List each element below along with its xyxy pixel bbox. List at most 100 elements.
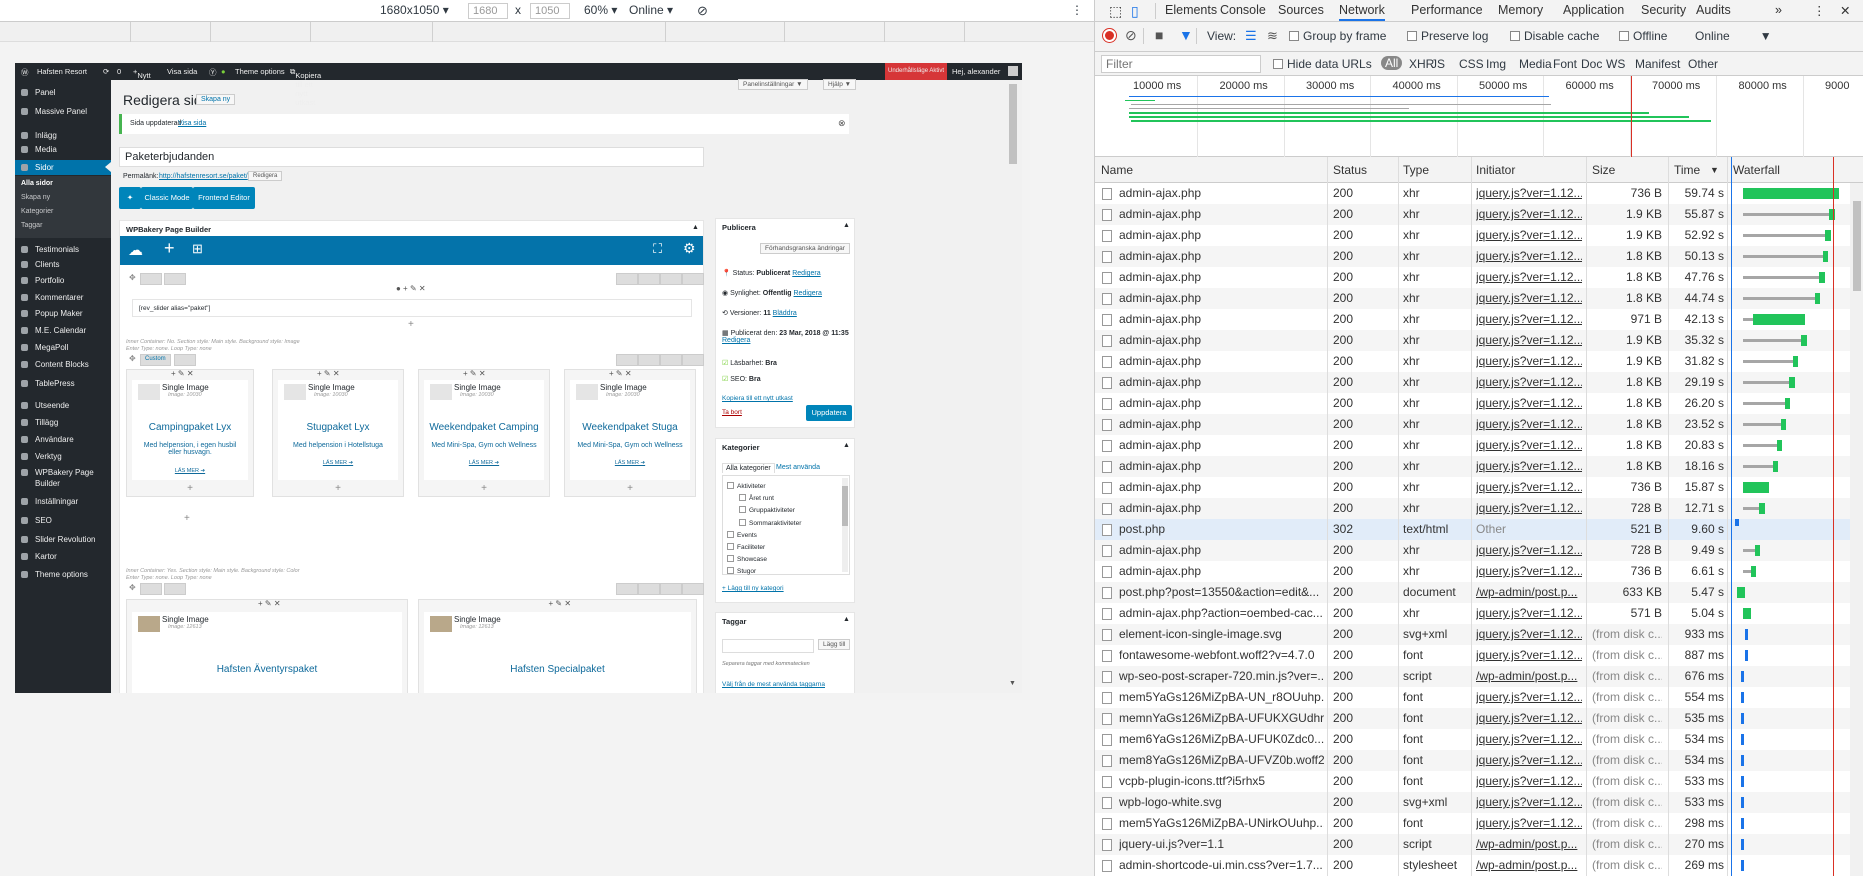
move-icon[interactable]: ✥ bbox=[129, 273, 136, 282]
new-content-link[interactable]: + Nytt bbox=[133, 67, 151, 80]
tab-audits[interactable]: Audits bbox=[1696, 3, 1731, 17]
request-row[interactable]: admin-ajax.php 200 xhr jquery.js?ver=1.12..… bbox=[1095, 498, 1850, 519]
site-name-link[interactable]: Hafsten Resort bbox=[37, 67, 87, 76]
category-checkbox[interactable] bbox=[739, 494, 746, 502]
edit-row-icon-2[interactable] bbox=[638, 354, 660, 366]
device-preset-select[interactable]: 1680x1050 ▾ bbox=[380, 3, 449, 17]
copy-to-draft-link[interactable]: Kopiera till ett nytt utkast bbox=[722, 395, 793, 402]
card-title[interactable]: Weekendpaket Camping bbox=[424, 422, 544, 433]
tab-memory[interactable]: Memory bbox=[1498, 3, 1543, 17]
category-item[interactable]: Faciliteter bbox=[727, 543, 765, 551]
filter-font[interactable]: Font bbox=[1553, 57, 1577, 71]
trash-link[interactable]: Ta bort bbox=[722, 409, 742, 416]
element-controls[interactable]: + ✎ ✕ bbox=[549, 599, 572, 608]
filter-doc[interactable]: Doc bbox=[1581, 57, 1602, 71]
add-column-icon[interactable] bbox=[164, 273, 186, 285]
column-header-type[interactable]: Type bbox=[1403, 163, 1429, 177]
cell-init[interactable]: jquery.js?ver=1.12.... bbox=[1476, 729, 1582, 750]
request-row[interactable]: admin-ajax.php 200 xhr jquery.js?ver=1.12..… bbox=[1095, 561, 1850, 582]
classic-mode-button[interactable]: Classic Mode bbox=[141, 187, 193, 209]
request-row[interactable]: vcpb-plugin-icons.ttf?i5rhx5 200 font jquer… bbox=[1095, 771, 1850, 792]
cell-init[interactable]: /wp-admin/post.p... bbox=[1476, 666, 1582, 687]
request-row[interactable]: mem8YaGs126MiZpBA-UFVZ0b.woff2 200 font jqu… bbox=[1095, 750, 1850, 771]
card-title[interactable]: Hafsten Äventyrspaket bbox=[132, 664, 402, 675]
cell-init[interactable]: jquery.js?ver=1.12.... bbox=[1476, 309, 1582, 330]
tags-collapse-icon[interactable]: ▲ bbox=[843, 616, 850, 623]
fullscreen-icon[interactable]: ⛶ bbox=[653, 241, 662, 257]
overview-icon[interactable]: ≋ bbox=[1267, 28, 1278, 44]
add-column-icon-3[interactable] bbox=[164, 583, 186, 595]
tab-all-categories[interactable]: Alla kategorier bbox=[722, 463, 775, 473]
single-image-label[interactable]: Single Image bbox=[308, 383, 355, 392]
shortcode-element[interactable]: [rev_slider alias="paket"] bbox=[132, 299, 692, 317]
filter-img[interactable]: Img bbox=[1486, 57, 1506, 71]
record-icon[interactable] bbox=[1103, 29, 1116, 42]
category-item[interactable]: Aktiviteter bbox=[727, 482, 766, 490]
column-header-time[interactable]: Time bbox=[1674, 163, 1700, 177]
single-image-label[interactable]: Single Image bbox=[454, 615, 501, 624]
tab-performance[interactable]: Performance bbox=[1411, 3, 1483, 17]
sort-desc-icon[interactable]: ▼ bbox=[1710, 165, 1719, 175]
filter-js[interactable]: JS bbox=[1431, 57, 1445, 71]
category-item[interactable]: Året runt bbox=[739, 494, 774, 502]
row-layout-icon-3[interactable] bbox=[140, 583, 162, 595]
menu-item-15[interactable]: Utseende bbox=[15, 398, 111, 413]
collapse-icon[interactable]: ▲ bbox=[692, 224, 699, 231]
tag-input[interactable] bbox=[722, 639, 814, 653]
request-row[interactable]: admin-ajax.php 200 xhr jquery.js?ver=1.12..… bbox=[1095, 309, 1850, 330]
cell-init[interactable]: jquery.js?ver=1.12.... bbox=[1476, 246, 1582, 267]
capture-screenshots-icon[interactable]: ■ bbox=[1155, 27, 1163, 43]
templates-icon[interactable]: ⊞ bbox=[192, 241, 203, 257]
tab-network[interactable]: Network bbox=[1339, 3, 1385, 21]
help-button[interactable]: Hjälp ▼ bbox=[823, 79, 857, 90]
clone-row-icon-3[interactable] bbox=[660, 583, 682, 595]
category-item[interactable]: Stugor bbox=[727, 567, 756, 575]
cell-init[interactable]: Other bbox=[1476, 519, 1582, 540]
menu-item-14[interactable]: TablePress bbox=[15, 376, 111, 391]
add-row-icon[interactable]: + bbox=[408, 319, 414, 330]
clear-icon[interactable]: ⊘ bbox=[1125, 27, 1137, 44]
category-item[interactable]: Events bbox=[727, 530, 757, 539]
cell-init[interactable]: jquery.js?ver=1.12.... bbox=[1476, 498, 1582, 519]
rotate-icon[interactable]: ⊘ bbox=[697, 3, 708, 19]
browse-revisions-link[interactable]: Bläddra bbox=[773, 310, 797, 317]
maintenance-badge[interactable]: Underhållsläge Aktivt bbox=[885, 63, 948, 80]
category-checkbox[interactable] bbox=[727, 567, 734, 575]
category-checkbox[interactable] bbox=[727, 482, 734, 489]
publish-collapse-icon[interactable]: ▲ bbox=[843, 222, 850, 229]
visibility-edit-link[interactable]: Redigera bbox=[794, 290, 822, 297]
request-row[interactable]: admin-ajax.php 200 xhr jquery.js?ver=1.12..… bbox=[1095, 246, 1850, 267]
category-checkbox[interactable] bbox=[727, 555, 734, 563]
cell-init[interactable]: /wp-admin/post.p... bbox=[1476, 834, 1582, 855]
request-row[interactable]: fontawesome-webfont.woff2?v=4.7.0 200 font… bbox=[1095, 645, 1850, 666]
permalink-link[interactable]: http://hafstenresort.se/paket/ bbox=[159, 173, 248, 180]
single-image-label[interactable]: Single Image bbox=[162, 615, 209, 624]
element-controls[interactable]: + ✎ ✕ bbox=[609, 369, 632, 378]
menu-item-12[interactable]: MegaPoll bbox=[15, 340, 111, 355]
card-title[interactable]: Weekendpaket Stuga bbox=[570, 422, 690, 433]
wpb-logo-icon[interactable]: ✦ bbox=[119, 187, 141, 209]
move-icon-3[interactable]: ✥ bbox=[129, 583, 136, 592]
cell-init[interactable]: jquery.js?ver=1.12.... bbox=[1476, 624, 1582, 645]
cell-init[interactable]: jquery.js?ver=1.12.... bbox=[1476, 288, 1582, 309]
filter-ws[interactable]: WS bbox=[1606, 57, 1625, 71]
submenu-item[interactable]: Taggar bbox=[21, 222, 42, 229]
request-row[interactable]: admin-ajax.php 200 xhr jquery.js?ver=1.12..… bbox=[1095, 351, 1850, 372]
request-row[interactable]: jquery-ui.js?ver=1.1 200 script/wp-admin/p… bbox=[1095, 834, 1850, 855]
menu-item-1[interactable]: Panel bbox=[15, 85, 111, 100]
filter-media[interactable]: Media bbox=[1519, 57, 1552, 71]
menu-item-11[interactable]: M.E. Calendar bbox=[15, 323, 111, 338]
inspect-icon[interactable]: ⬚ bbox=[1109, 3, 1122, 20]
device-mode-icon[interactable]: ▯ bbox=[1131, 3, 1139, 20]
more-tabs-icon[interactable]: » bbox=[1775, 3, 1782, 17]
category-item[interactable]: Sommaraktiviteter bbox=[739, 518, 801, 527]
card-description[interactable]: Med helpension, i egen husbil eller husv… bbox=[132, 442, 248, 456]
menu-item-23[interactable]: Kartor bbox=[15, 549, 111, 564]
request-row[interactable]: admin-shortcode-ui.min.css?ver=1.7... 200… bbox=[1095, 855, 1850, 876]
request-row[interactable]: admin-ajax.php 200 xhr jquery.js?ver=1.12..… bbox=[1095, 414, 1850, 435]
notice-view-link[interactable]: Visa sida bbox=[178, 120, 206, 127]
menu-item-5[interactable]: Sidor bbox=[15, 160, 111, 175]
more-options-icon[interactable]: ⋮ bbox=[1071, 3, 1083, 17]
cell-init[interactable]: jquery.js?ver=1.12.... bbox=[1476, 750, 1582, 771]
element-controls[interactable]: + ✎ ✕ bbox=[317, 369, 340, 378]
